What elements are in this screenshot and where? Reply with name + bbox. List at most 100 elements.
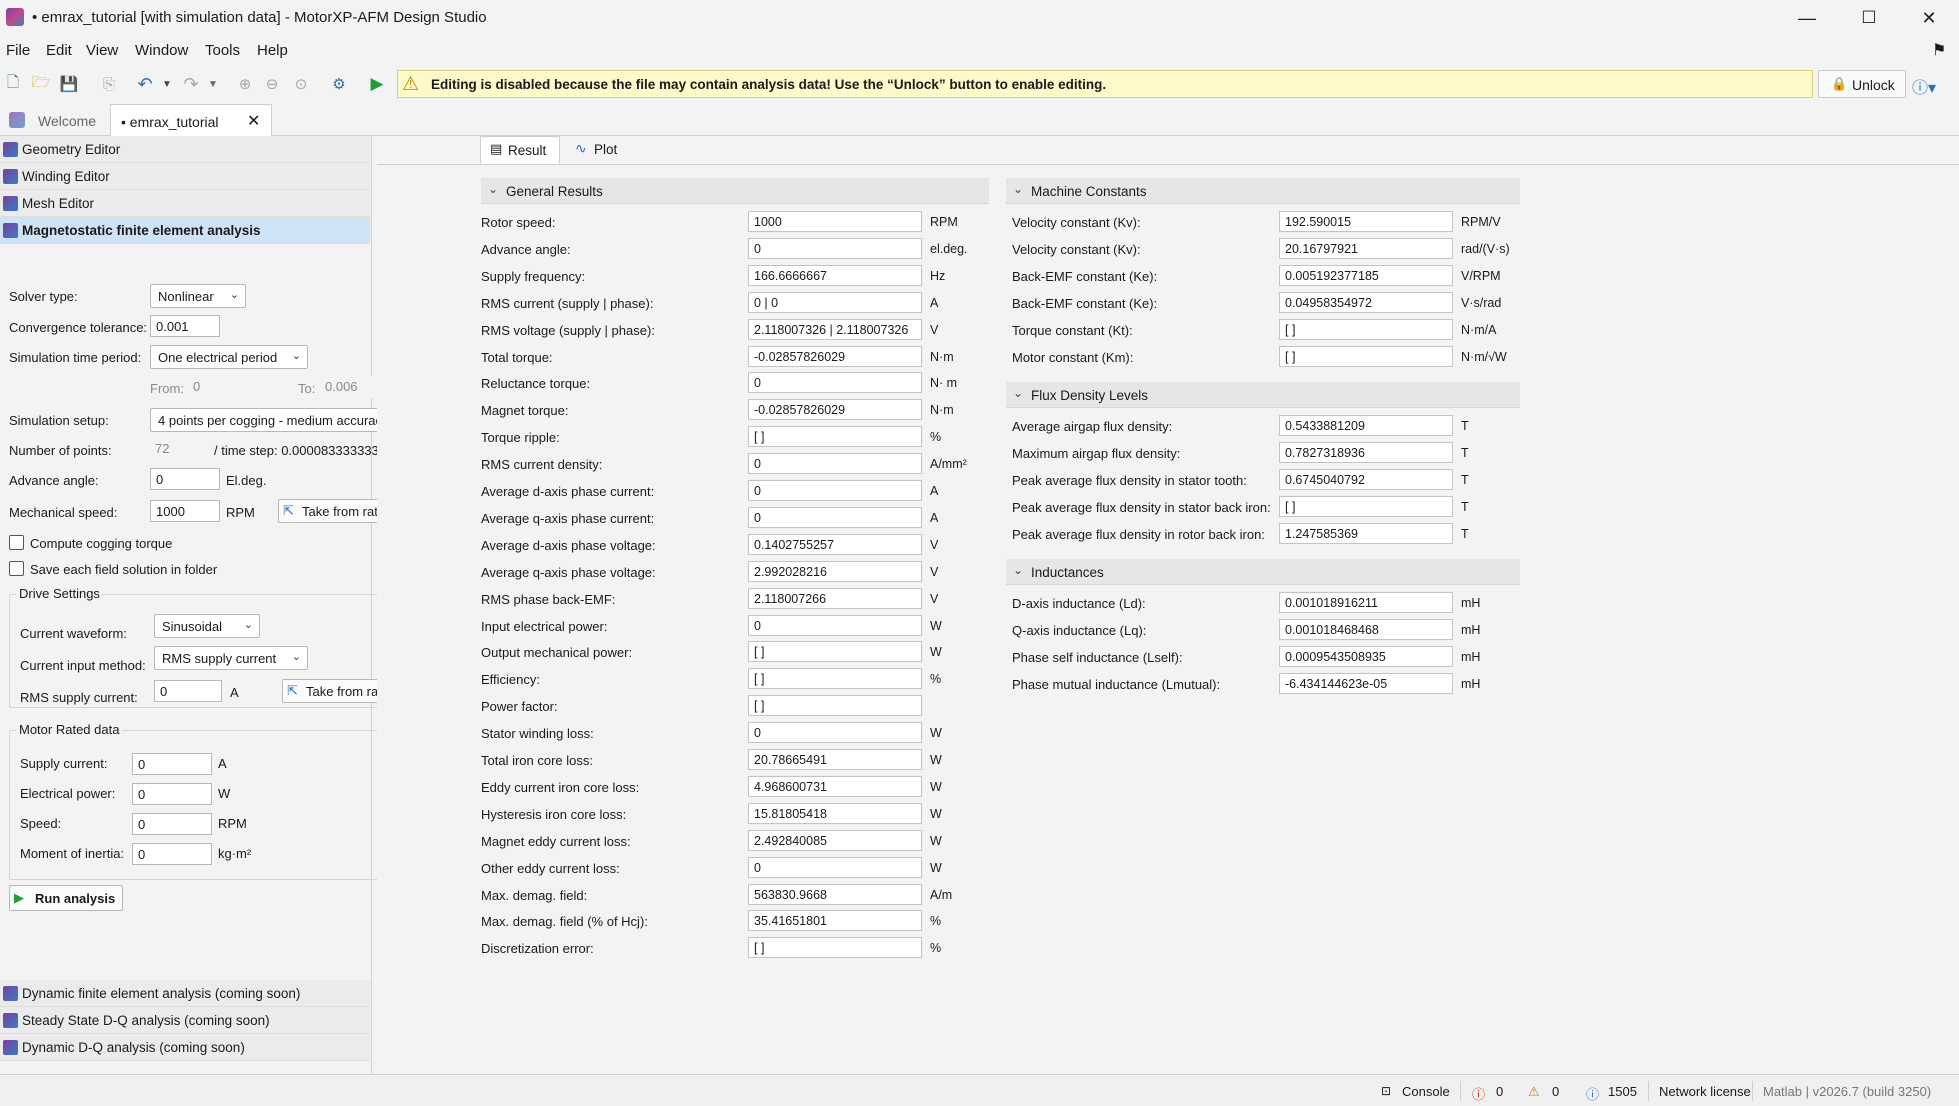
result-value-field[interactable]: 0 <box>748 614 922 636</box>
close-window-button[interactable]: ✕ <box>1900 0 1958 36</box>
section-steady-dq[interactable]: Steady State D-Q analysis (coming soon) <box>0 1007 370 1034</box>
rated-power-input[interactable]: 0 <box>132 783 212 805</box>
sim-period-select[interactable]: One electrical period ⌄ <box>150 345 308 369</box>
result-value-field[interactable]: 0 | 0 <box>748 291 922 313</box>
result-value-field[interactable]: -0.02857826029 <box>748 399 922 421</box>
result-value-field[interactable]: 0.005192377185 <box>1279 264 1453 286</box>
result-value-field[interactable]: 0 <box>748 722 922 744</box>
result-value-field[interactable]: 192.590015 <box>1279 211 1453 232</box>
console-icon[interactable]: ⊡ <box>1381 1084 1391 1098</box>
zoom-in-icon[interactable]: ⊕ <box>234 73 256 95</box>
run-analysis-button[interactable]: ▶ Run analysis <box>9 885 123 911</box>
result-value-field[interactable]: 0 <box>748 480 922 501</box>
info-icon[interactable]: ⓘ <box>1586 1084 1599 1103</box>
run-icon[interactable]: ▶ <box>366 73 388 95</box>
section-mesh-editor[interactable]: Mesh Editor <box>0 190 370 217</box>
save-each-checkbox[interactable] <box>9 561 24 576</box>
section-dynamic-dq[interactable]: Dynamic D-Q analysis (coming soon) <box>0 1034 370 1061</box>
current-waveform-select[interactable]: Sinusoidal ⌄ <box>154 614 260 638</box>
result-value-field[interactable]: 0 <box>748 372 922 394</box>
result-value-field[interactable]: 0.5433881209 <box>1279 415 1453 436</box>
flux-density-header[interactable]: ⌄ Flux Density Levels <box>1006 382 1520 408</box>
result-value-field[interactable]: 1.247585369 <box>1279 522 1453 544</box>
result-value-field[interactable]: 0.6745040792 <box>1279 468 1453 490</box>
result-value-field[interactable]: [ ] <box>748 426 922 448</box>
result-value-field[interactable]: -6.434144623e-05 <box>1279 672 1453 694</box>
result-value-field[interactable]: [ ] <box>1279 345 1453 367</box>
rated-supply-current-input[interactable]: 0 <box>132 753 212 775</box>
menu-window[interactable]: Window <box>135 42 188 59</box>
warning-count-icon[interactable]: ⚠ <box>1528 1084 1540 1100</box>
open-folder-icon[interactable]: 🗁 <box>30 73 52 95</box>
flag-icon[interactable]: ⚑ <box>1932 40 1946 60</box>
compute-cogging-checkbox[interactable] <box>9 535 24 550</box>
result-value-field[interactable]: -0.02857826029 <box>748 345 922 367</box>
result-value-field[interactable]: 0.001018916211 <box>1279 592 1453 613</box>
settings-icon[interactable]: ⚙ <box>328 73 350 95</box>
result-value-field[interactable]: [ ] <box>1279 318 1453 340</box>
section-dynamic-fea[interactable]: Dynamic finite element analysis (coming … <box>0 980 370 1007</box>
help-icon[interactable]: ⓘ▾ <box>1912 74 1936 98</box>
rated-speed-input[interactable]: 0 <box>132 813 212 835</box>
menu-tools[interactable]: Tools <box>205 42 240 59</box>
result-value-field[interactable]: 20.16797921 <box>1279 237 1453 259</box>
save-icon[interactable]: 💾 <box>58 73 80 95</box>
section-winding-editor[interactable]: Winding Editor <box>0 163 370 190</box>
tab-welcome[interactable]: Welcome <box>0 104 108 136</box>
undo-icon[interactable]: ↶ <box>134 73 156 95</box>
minimize-button[interactable]: — <box>1778 0 1836 36</box>
result-value-field[interactable]: 0.04958354972 <box>1279 291 1453 313</box>
advance-angle-input[interactable]: 0 <box>150 468 220 490</box>
menu-file[interactable]: File <box>6 42 30 59</box>
result-value-field[interactable]: 20.78665491 <box>748 749 922 770</box>
unlock-button[interactable]: 🔒 Unlock <box>1818 70 1906 98</box>
general-results-header[interactable]: ⌄ General Results <box>481 178 989 204</box>
tab-plot[interactable]: ∿ Plot <box>566 136 638 164</box>
current-input-select[interactable]: RMS supply current ⌄ <box>154 646 308 670</box>
result-value-field[interactable]: 166.6666667 <box>748 264 922 286</box>
result-value-field[interactable]: 0.0009543508935 <box>1279 645 1453 667</box>
tab-result[interactable]: ▤ Result <box>480 136 560 164</box>
result-value-field[interactable]: [ ] <box>748 668 922 690</box>
machine-constants-header[interactable]: ⌄ Machine Constants <box>1006 178 1520 204</box>
section-magnetostatic-fea[interactable]: Magnetostatic finite element analysis <box>0 217 370 244</box>
rated-inertia-input[interactable]: 0 <box>132 843 212 865</box>
result-value-field[interactable]: [ ] <box>748 695 922 717</box>
result-value-field[interactable]: [ ] <box>748 641 922 663</box>
result-value-field[interactable]: 0.7827318936 <box>1279 441 1453 463</box>
result-value-field[interactable]: 15.81805418 <box>748 802 922 824</box>
rms-supply-input[interactable]: 0 <box>154 680 222 702</box>
section-geometry-editor[interactable]: Geometry Editor <box>0 136 370 163</box>
result-value-field[interactable]: 0.001018468468 <box>1279 618 1453 640</box>
result-value-field[interactable]: 0 <box>748 453 922 475</box>
result-value-field[interactable]: 0.1402755257 <box>748 533 922 555</box>
result-value-field[interactable]: 0 <box>748 506 922 528</box>
undo-dropdown-icon[interactable]: ▼ <box>156 73 178 95</box>
convergence-input[interactable]: 0.001 <box>150 315 220 337</box>
result-value-field[interactable]: 2.118007266 <box>748 587 922 609</box>
result-value-field[interactable]: 2.118007326 | 2.118007326 <box>748 318 922 340</box>
save-as-icon[interactable]: ⎘ <box>98 73 120 95</box>
result-value-field[interactable]: 2.992028216 <box>748 560 922 582</box>
result-value-field[interactable]: 1000 <box>748 211 922 232</box>
menu-help[interactable]: Help <box>257 42 288 59</box>
tab-emrax-tutorial[interactable]: • emrax_tutorial ✕ <box>110 104 272 137</box>
redo-icon[interactable]: ↷ <box>180 73 202 95</box>
menu-edit[interactable]: Edit <box>46 42 72 59</box>
result-value-field[interactable]: 563830.9668 <box>748 883 922 905</box>
console-button[interactable]: Console <box>1402 1084 1450 1099</box>
result-value-field[interactable]: [ ] <box>1279 495 1453 517</box>
result-value-field[interactable]: 35.41651801 <box>748 910 922 932</box>
result-value-field[interactable]: 0 <box>748 856 922 878</box>
zoom-out-icon[interactable]: ⊖ <box>261 73 283 95</box>
solver-type-select[interactable]: Nonlinear ⌄ <box>150 284 246 308</box>
result-value-field[interactable]: [ ] <box>748 937 922 959</box>
inductances-header[interactable]: ⌄ Inductances <box>1006 559 1520 585</box>
redo-dropdown-icon[interactable]: ▼ <box>202 73 224 95</box>
result-value-field[interactable]: 2.492840085 <box>748 829 922 851</box>
result-value-field[interactable]: 0 <box>748 237 922 259</box>
result-value-field[interactable]: 4.968600731 <box>748 775 922 797</box>
maximize-button[interactable]: ☐ <box>1840 0 1898 36</box>
error-icon[interactable]: ⓘ <box>1472 1084 1485 1103</box>
mech-speed-input[interactable]: 1000 <box>150 500 220 522</box>
